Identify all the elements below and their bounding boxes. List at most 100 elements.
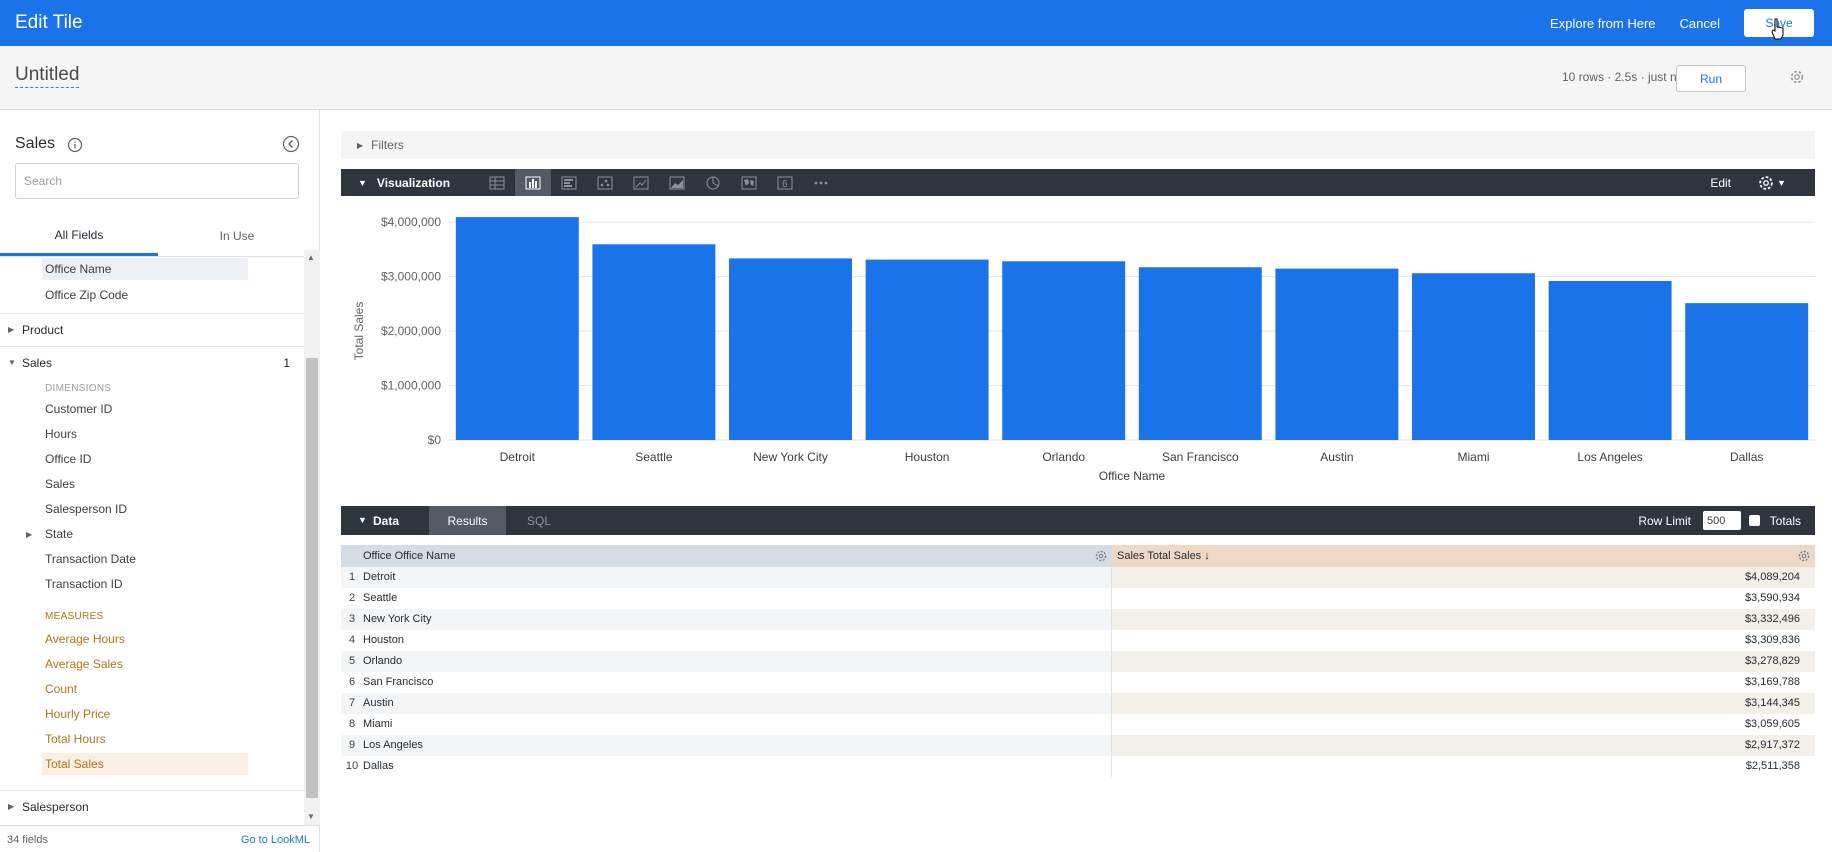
column-header-label: Sales Total Sales ↓ [1117, 550, 1210, 562]
totals-checkbox[interactable] [1749, 515, 1760, 526]
line-chart-icon[interactable] [623, 169, 659, 196]
field-list: Office Name Office Zip Code ▶ Product ▼ … [0, 250, 304, 825]
column-header-label: Office Office Name [363, 550, 456, 562]
field-transaction-id[interactable]: Transaction ID [45, 573, 123, 595]
x-tick-label: Los Angeles [1577, 450, 1642, 464]
row-number: 5 [341, 651, 363, 672]
field-state[interactable]: State [45, 523, 73, 545]
visualization-bar: ▼ Visualization 6 Edit ▼ [341, 169, 1815, 196]
run-button[interactable]: Run [1676, 65, 1746, 92]
table-row[interactable]: 9 Los Angeles $2,917,372 [341, 735, 1815, 756]
filters-section[interactable]: ▶ Filters [341, 131, 1815, 159]
visualization-settings-icon[interactable]: ▼ [1757, 173, 1791, 193]
area-chart-icon[interactable] [659, 169, 695, 196]
bar [1002, 261, 1126, 440]
row-limit-input[interactable]: 500 [1703, 511, 1741, 530]
explore-from-here-link[interactable]: Explore from Here [1550, 16, 1655, 31]
bar [1138, 267, 1262, 440]
x-tick-label: Houston [905, 450, 950, 464]
field-office-zip-code[interactable]: Office Zip Code [45, 284, 128, 306]
gear-icon[interactable] [1797, 549, 1811, 563]
caret-down-icon[interactable]: ▼ [358, 515, 367, 525]
visualization-label[interactable]: Visualization [377, 176, 450, 190]
pie-chart-icon[interactable] [695, 169, 731, 196]
cell-office-name: San Francisco [363, 672, 1112, 693]
gear-icon[interactable] [1094, 549, 1108, 563]
info-icon[interactable] [67, 137, 83, 153]
sidebar-scrollbar[interactable]: ▲ ▼ [304, 250, 320, 825]
edit-visualization-button[interactable]: Edit [1710, 176, 1731, 190]
row-number: 9 [341, 735, 363, 756]
row-limit-label: Row Limit [1638, 514, 1691, 528]
tab-sql[interactable]: SQL [527, 514, 551, 528]
field-label: Office Name [45, 262, 112, 276]
collapse-sidebar-icon[interactable] [282, 135, 300, 153]
dimensions-header: DIMENSIONS [45, 383, 112, 394]
x-tick-label: Austin [1320, 450, 1353, 464]
field-office-id[interactable]: Office ID [45, 448, 91, 470]
bar [455, 217, 579, 440]
column-header-total-sales[interactable]: Sales Total Sales ↓ [1112, 545, 1815, 567]
table-row[interactable]: 4 Houston $3,309,836 [341, 630, 1815, 651]
y-tick-label: $4,000,000 [381, 215, 441, 229]
caret-right-icon: ▶ [8, 325, 15, 334]
field-count-label: 34 fields [7, 834, 48, 846]
x-tick-label: Miami [1458, 450, 1490, 464]
row-number: 3 [341, 609, 363, 630]
tab-results[interactable]: Results [429, 506, 506, 535]
field-hours[interactable]: Hours [45, 423, 77, 445]
scrollbar-thumb[interactable] [306, 358, 318, 798]
field-picker-sidebar: Sales Search All Fields In Use Office Na… [0, 110, 320, 852]
scroll-down-icon[interactable]: ▼ [307, 812, 315, 821]
go-to-lookml-link[interactable]: Go to LookML [241, 834, 310, 846]
field-average-sales[interactable]: Average Sales [45, 653, 123, 675]
bar-chart-icon[interactable] [551, 169, 587, 196]
y-tick-label: $2,000,000 [381, 324, 441, 338]
table-row[interactable]: 5 Orlando $3,278,829 [341, 651, 1815, 672]
field-total-hours[interactable]: Total Hours [45, 728, 106, 750]
y-tick-label: $1,000,000 [381, 379, 441, 393]
field-average-hours[interactable]: Average Hours [45, 628, 125, 650]
bar [729, 258, 852, 440]
caret-down-icon[interactable]: ▼ [358, 178, 367, 188]
group-label: Product [22, 322, 64, 337]
table-row[interactable]: 7 Austin $3,144,345 [341, 693, 1815, 714]
column-chart-icon[interactable] [515, 169, 551, 196]
group-sales[interactable]: ▼ Sales 1 [0, 346, 304, 378]
caret-right-icon[interactable]: ▶ [26, 530, 32, 539]
field-count[interactable]: Count [45, 678, 77, 700]
table-row[interactable]: 6 San Francisco $3,169,788 [341, 672, 1815, 693]
field-transaction-date[interactable]: Transaction Date [45, 548, 136, 570]
group-salesperson[interactable]: ▶ Salesperson [0, 790, 304, 822]
data-label[interactable]: Data [373, 514, 399, 528]
cell-office-name: Seattle [363, 588, 1112, 609]
table-row[interactable]: 10 Dallas $2,511,358 [341, 756, 1815, 777]
table-row[interactable]: 1 Detroit $4,089,204 [341, 567, 1815, 588]
table-chart-icon[interactable] [479, 169, 515, 196]
group-label: Salesperson [22, 799, 89, 814]
table-row[interactable]: 8 Miami $3,059,605 [341, 714, 1815, 735]
single-value-icon[interactable]: 6 [767, 169, 803, 196]
gear-icon[interactable] [1788, 68, 1806, 86]
table-row[interactable]: 2 Seattle $3,590,934 [341, 588, 1815, 609]
scroll-up-icon[interactable]: ▲ [307, 253, 315, 262]
x-tick-label: Seattle [635, 450, 673, 464]
column-header-office-name[interactable]: Office Office Name [341, 545, 1112, 567]
chevron-down-icon: ▼ [1777, 178, 1786, 188]
field-customer-id[interactable]: Customer ID [45, 398, 112, 420]
field-sales[interactable]: Sales [45, 473, 75, 495]
scatter-chart-icon[interactable] [587, 169, 623, 196]
field-salesperson-id[interactable]: Salesperson ID [45, 498, 127, 520]
table-row[interactable]: 3 New York City $3,332,496 [341, 609, 1815, 630]
map-icon[interactable] [731, 169, 767, 196]
x-tick-label: San Francisco [1162, 450, 1239, 464]
group-product[interactable]: ▶ Product [0, 313, 304, 345]
field-total-sales[interactable]: Total Sales [42, 753, 248, 775]
cancel-button[interactable]: Cancel [1680, 16, 1720, 31]
field-hourly-price[interactable]: Hourly Price [45, 703, 110, 725]
field-search-input[interactable]: Search [15, 163, 299, 199]
field-office-name[interactable]: Office Name [42, 258, 248, 280]
more-options-icon[interactable] [803, 169, 839, 196]
tile-title-input[interactable]: Untitled [15, 64, 80, 88]
results-table: Office Office Name Sales Total Sales ↓ 1… [341, 545, 1815, 777]
